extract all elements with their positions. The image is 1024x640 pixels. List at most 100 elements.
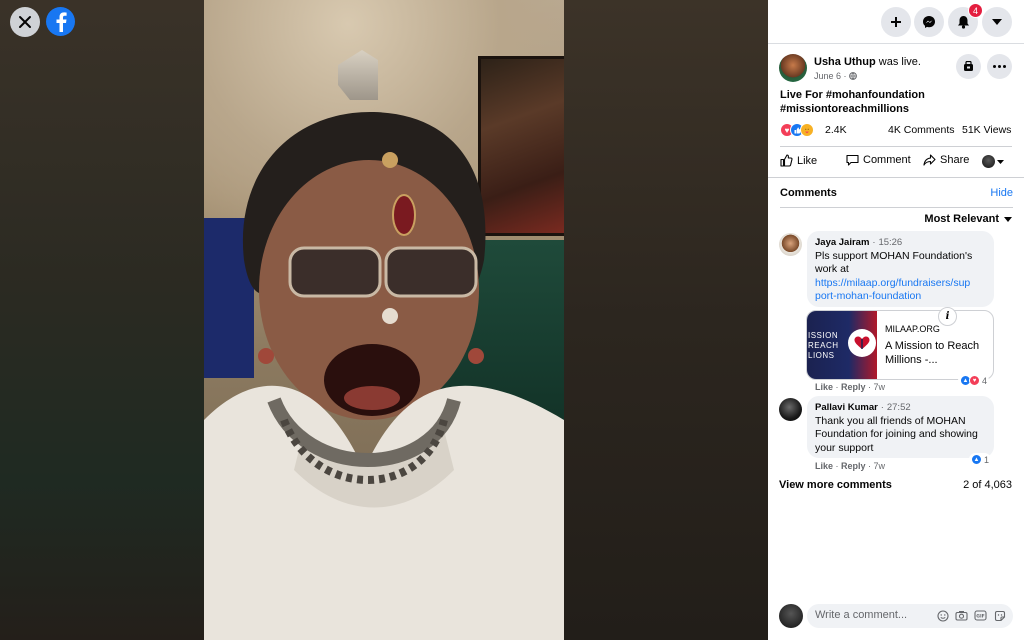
caret-down-icon — [997, 159, 1004, 164]
caret-down-icon — [1004, 216, 1012, 222]
post-options-button[interactable] — [987, 54, 1012, 79]
post-author-line: Usha Uthup was live. — [814, 56, 921, 68]
comment-timestamp[interactable]: 27:52 — [887, 402, 911, 413]
comments-pagination-count: 2 of 4,063 — [963, 479, 1012, 491]
comment-reactions[interactable]: ▲ ♥ 4 — [958, 374, 990, 387]
comment-age[interactable]: 7w — [874, 461, 886, 471]
comment-composer: Write a comment... GIF — [779, 604, 1014, 628]
comment-actions: Like · Reply · 7w — [815, 461, 886, 471]
comment-text: Pls support MOHAN Foundation's work at — [815, 249, 973, 276]
comment-text-line: your support — [815, 441, 874, 454]
view-more-comments-link[interactable]: View more comments — [779, 479, 892, 491]
profile-avatar[interactable] — [779, 604, 803, 628]
post-header: Usha Uthup was live. June 6 · — [779, 52, 1015, 84]
like-button[interactable]: Like — [780, 154, 817, 167]
link-preview-card[interactable]: ISSION REACH LIONS MILAAP.ORG A Mission … — [806, 310, 994, 380]
comment-like-button[interactable]: Like — [815, 461, 833, 471]
thumbs-up-icon — [780, 154, 793, 167]
comments-divider — [780, 207, 1013, 208]
comments-header: Comments Hide — [780, 187, 1013, 199]
sort-label: Most Relevant — [924, 213, 999, 225]
share-button[interactable]: Share — [923, 154, 969, 166]
messenger-button[interactable] — [914, 7, 944, 37]
author-action: was live. — [875, 56, 921, 68]
comment-bubble: Jaya Jairam · 15:26 Pls support MOHAN Fo… — [807, 231, 994, 307]
comment-age[interactable]: 7w — [874, 382, 886, 392]
emoji-icon[interactable] — [936, 609, 949, 622]
notifications-button[interactable]: 4 — [948, 3, 983, 37]
notifications-badge: 4 — [968, 3, 983, 18]
top-navigation-bar: 4 — [768, 0, 1024, 44]
comment-reaction-count: 1 — [984, 454, 990, 465]
share-icon — [923, 154, 936, 166]
caret-down-icon — [992, 19, 1002, 25]
messenger-icon — [923, 16, 935, 28]
sticker-icon[interactable] — [993, 609, 1006, 622]
create-button[interactable] — [881, 7, 911, 37]
caption-line-2[interactable]: #missiontoreachmillions — [780, 102, 1012, 116]
live-video-frame[interactable] — [204, 0, 564, 640]
comment-label: Comment — [863, 154, 911, 166]
blurred-background-right — [564, 0, 768, 640]
preview-image-text: LIONS — [808, 351, 835, 360]
comment-link-1[interactable]: https://milaap.org/fundraisers/sup — [815, 277, 986, 291]
comment-like-button[interactable]: Like — [815, 382, 833, 392]
commenter-avatar[interactable] — [779, 233, 802, 256]
care-reaction-icon — [800, 123, 814, 137]
comment-input[interactable]: Write a comment... GIF — [807, 604, 1013, 628]
section-divider — [768, 177, 1024, 178]
composer-tools: GIF — [936, 609, 1006, 622]
mohan-logo-icon — [848, 329, 876, 357]
save-post-button[interactable] — [956, 54, 981, 79]
link-preview-image: ISSION REACH LIONS — [807, 311, 877, 379]
link-preview-title: A Mission to Reach Millions -... — [885, 340, 980, 366]
info-icon[interactable]: i — [938, 307, 957, 326]
globe-icon — [849, 72, 857, 80]
video-stage[interactable] — [0, 0, 768, 640]
plus-icon — [891, 17, 901, 27]
comment-sort-dropdown[interactable]: Most Relevant — [924, 213, 1012, 225]
svg-text:GIF: GIF — [976, 614, 984, 620]
close-icon — [19, 16, 31, 28]
comment-timestamp[interactable]: 15:26 — [878, 237, 902, 248]
facebook-home-link[interactable] — [46, 7, 75, 36]
commenter-avatar[interactable] — [779, 398, 802, 421]
preview-image-text: ISSION — [808, 331, 839, 340]
post-date[interactable]: June 6 — [814, 71, 841, 81]
comment-reaction-count: 4 — [982, 375, 988, 386]
author-name[interactable]: Usha Uthup — [814, 56, 876, 68]
like-label: Like — [797, 154, 818, 167]
link-preview-site: MILAAP.ORG — [885, 324, 940, 334]
comment-input-placeholder: Write a comment... — [815, 609, 908, 621]
commenter-name[interactable]: Pallavi Kumar — [815, 402, 878, 413]
post-meta: June 6 · — [814, 71, 857, 81]
react-as-selector[interactable] — [982, 155, 1004, 168]
author-avatar[interactable] — [779, 54, 807, 82]
gif-icon[interactable]: GIF — [974, 609, 987, 622]
facebook-logo-icon — [56, 11, 67, 32]
reactions-count[interactable]: 2.4K — [825, 124, 847, 136]
comment-link-2[interactable]: port-mohan-foundation — [815, 290, 986, 304]
comments-count[interactable]: 4K Comments — [888, 124, 955, 136]
post-caption: Live For #mohanfoundation #missiontoreac… — [780, 88, 1012, 116]
bell-icon — [957, 16, 969, 29]
comment-icon — [846, 154, 859, 166]
reaction-icons[interactable]: ♥ — [780, 123, 814, 137]
camera-icon[interactable] — [955, 609, 968, 622]
views-count: 51K Views — [962, 124, 1012, 136]
comment-reply-button[interactable]: Reply — [841, 461, 866, 471]
comment-text-line: Foundation for joining and showing — [815, 428, 978, 440]
caption-line-1[interactable]: Live For #mohanfoundation — [780, 88, 1012, 102]
share-label: Share — [940, 154, 970, 166]
comment-reactions[interactable]: ▲ 1 — [969, 453, 992, 466]
close-viewer-button[interactable] — [10, 7, 40, 37]
account-menu-button[interactable] — [982, 7, 1012, 37]
comment-bubble: Pallavi Kumar · 27:52 Thank you all frie… — [807, 396, 994, 458]
comment-button[interactable]: Comment — [846, 154, 911, 166]
hide-comments-link[interactable]: Hide — [990, 187, 1013, 199]
comment-reply-button[interactable]: Reply — [841, 382, 866, 392]
comments-title: Comments — [780, 187, 837, 199]
like-reaction-icon: ▲ — [971, 454, 982, 465]
commenter-name[interactable]: Jaya Jairam — [815, 237, 869, 248]
love-reaction-icon: ♥ — [969, 375, 980, 386]
